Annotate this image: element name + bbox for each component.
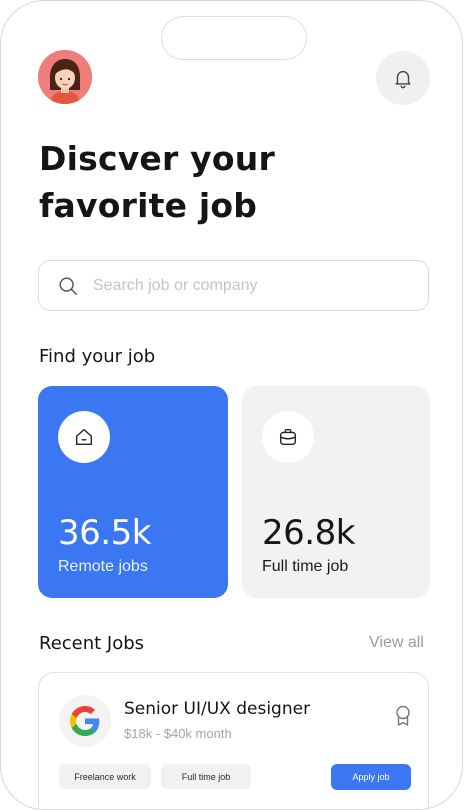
bookmark-button[interactable]	[393, 704, 413, 728]
company-logo	[59, 695, 111, 747]
avatar[interactable]	[38, 50, 92, 104]
phone-frame: Discver your favorite job Find your job …	[0, 0, 463, 810]
avatar-woman-icon	[38, 50, 92, 104]
remote-jobs-icon-circle	[58, 411, 110, 463]
full-time-jobs-card[interactable]: 26.8k Full time job	[242, 386, 430, 598]
page-title-line-1: Discver your	[39, 139, 275, 178]
job-salary: $18k - $40k month	[124, 726, 232, 741]
dynamic-island	[161, 16, 307, 60]
remote-jobs-card[interactable]: 36.5k Remote jobs	[38, 386, 228, 598]
page-title-line-2: favorite job	[39, 186, 258, 225]
search-icon	[57, 275, 79, 297]
tag-freelance-work: Freelance work	[59, 764, 151, 789]
home-icon	[75, 428, 93, 446]
tag-full-time-job: Full time job	[161, 764, 251, 789]
remote-jobs-count: 36.5k	[58, 513, 151, 553]
view-all-link[interactable]: View all	[369, 634, 424, 652]
apply-job-button[interactable]: Apply job	[331, 764, 411, 790]
full-time-icon-circle	[262, 411, 314, 463]
job-title: Senior UI/UX designer	[124, 699, 311, 719]
search-input[interactable]	[91, 275, 395, 296]
remote-jobs-label: Remote jobs	[58, 558, 148, 575]
briefcase-icon	[279, 428, 297, 446]
page-title: Discver your favorite job	[39, 135, 419, 229]
google-logo-icon	[70, 706, 100, 736]
bell-icon	[395, 70, 411, 89]
full-time-jobs-count: 26.8k	[262, 513, 355, 553]
notification-button[interactable]	[376, 51, 430, 105]
find-your-job-heading: Find your job	[39, 346, 156, 367]
bookmark-icon	[396, 705, 410, 726]
recent-jobs-heading: Recent Jobs	[39, 633, 145, 654]
job-card[interactable]: Senior UI/UX designer $18k - $40k month …	[38, 672, 429, 809]
full-time-jobs-label: Full time job	[262, 558, 349, 575]
search-bar[interactable]	[38, 260, 429, 311]
